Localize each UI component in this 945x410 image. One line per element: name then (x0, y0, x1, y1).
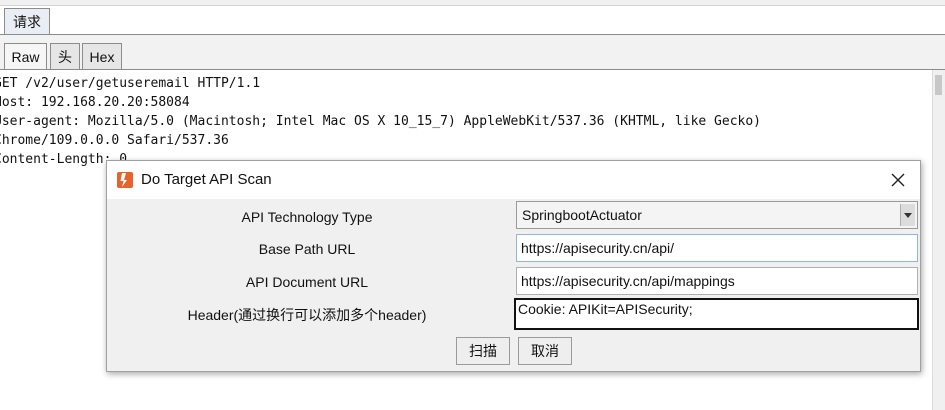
dialog-titlebar[interactable]: Do Target API Scan (107, 161, 920, 199)
top-strip (0, 0, 945, 6)
tech-type-select[interactable]: SpringbootActuator (516, 201, 918, 229)
request-line: GET /v2/user/getuseremail HTTP/1.1 (0, 76, 261, 91)
scrollbar-thumb[interactable] (935, 75, 942, 95)
request-line: User-agent: Mozilla/5.0 (Macintosh; Inte… (0, 114, 762, 129)
burp-logo-icon (116, 171, 134, 189)
header-label: Header(通过换行可以添加多个header) (187, 307, 427, 323)
message-tabbar: Raw 头 Hex (0, 35, 945, 69)
chevron-down-icon[interactable] (900, 204, 915, 226)
cancel-button[interactable]: 取消 (518, 337, 572, 365)
dialog-title: Do Target API Scan (141, 171, 272, 188)
vertical-scrollbar[interactable] (932, 70, 945, 410)
api-scan-dialog: Do Target API Scan API Technology Type S… (106, 160, 921, 372)
tab-raw[interactable]: Raw (4, 43, 47, 69)
tech-type-label: API Technology Type (241, 209, 373, 225)
dialog-body: API Technology Type SpringbootActuator B… (107, 199, 920, 371)
doc-url-input[interactable]: https://apisecurity.cn/api/mappings (516, 267, 918, 295)
base-path-label: Base Path URL (258, 241, 356, 257)
header-textarea[interactable]: Cookie: APIKit=APISecurity; (514, 298, 919, 330)
close-icon[interactable] (888, 170, 908, 190)
tab-hex[interactable]: Hex (82, 43, 122, 69)
tab-request[interactable]: 请求 (4, 8, 50, 34)
tech-type-value: SpringbootActuator (522, 207, 642, 223)
scan-button[interactable]: 扫描 (456, 337, 510, 365)
base-path-input[interactable]: https://apisecurity.cn/api/ (516, 234, 918, 262)
request-line: Host: 192.168.20.20:58084 (0, 95, 190, 110)
tab-headers[interactable]: 头 (50, 43, 80, 69)
request-line: Chrome/109.0.0.0 Safari/537.36 (0, 133, 229, 148)
doc-url-label: API Document URL (245, 274, 369, 290)
